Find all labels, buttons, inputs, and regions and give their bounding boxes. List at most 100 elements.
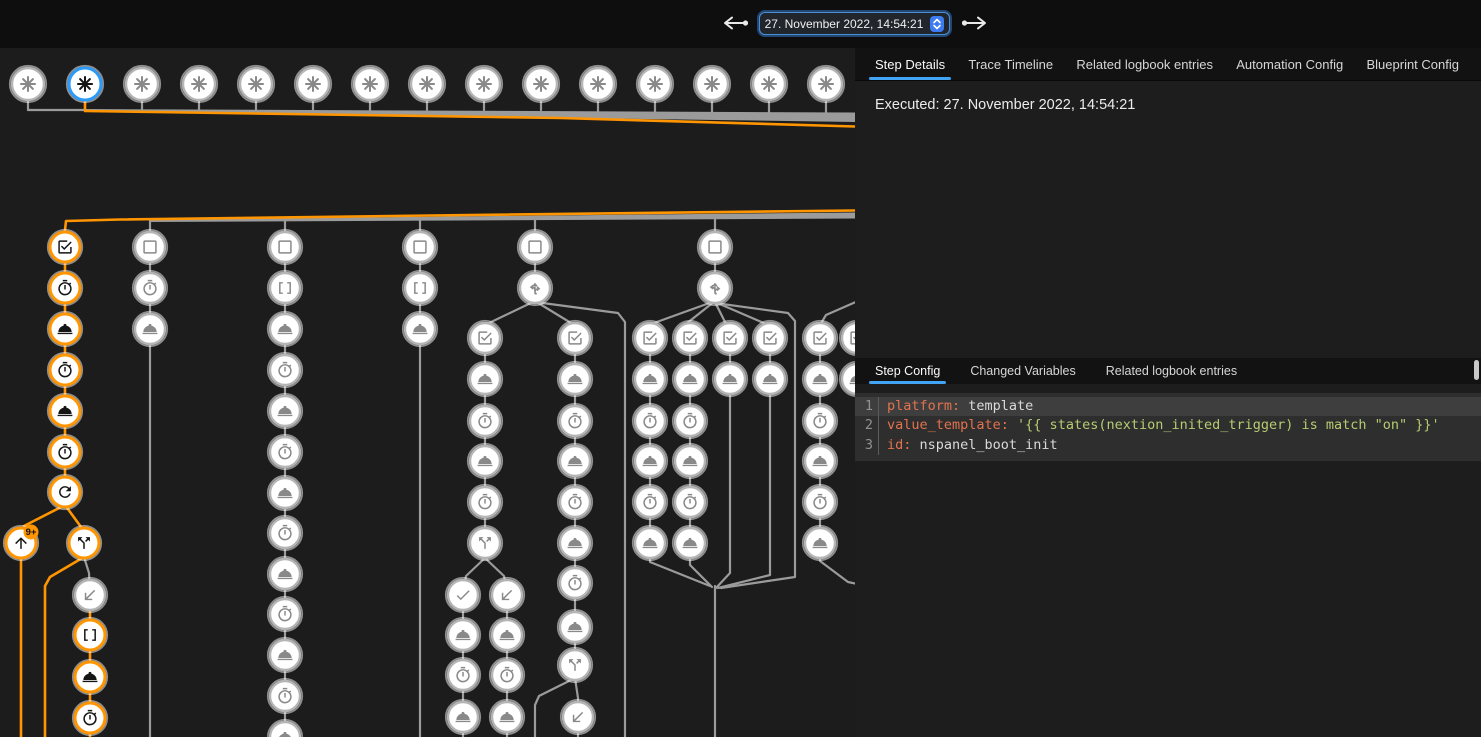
- trace-node-room-service[interactable]: [673, 362, 707, 396]
- trace-node-square[interactable]: [133, 230, 167, 264]
- trace-node-timer[interactable]: [48, 271, 82, 305]
- trace-node-call-split[interactable]: [558, 648, 592, 682]
- trace-node-asterisk[interactable]: [694, 66, 730, 102]
- trace-node-room-service[interactable]: [403, 312, 437, 346]
- trace-node-checkbox-marked[interactable]: [673, 321, 707, 355]
- trace-node-timer[interactable]: [803, 404, 837, 438]
- trace-node-timer[interactable]: [673, 485, 707, 519]
- trace-node-timer[interactable]: [558, 404, 592, 438]
- trace-node-asterisk[interactable]: [124, 66, 160, 102]
- trace-node-checkbox-marked[interactable]: [840, 321, 855, 355]
- trace-node-room-service[interactable]: [48, 394, 82, 428]
- trace-node-room-service[interactable]: [268, 557, 302, 591]
- trace-node-checkbox-marked[interactable]: [713, 321, 747, 355]
- previous-trace-button[interactable]: [718, 15, 752, 33]
- trace-node-asterisk[interactable]: [409, 66, 445, 102]
- tab-step-config[interactable]: Step Config: [867, 358, 948, 384]
- trace-node-timer[interactable]: [73, 701, 107, 735]
- trace-node-room-service[interactable]: [633, 526, 667, 560]
- tab-automation-config[interactable]: Automation Config: [1228, 48, 1351, 80]
- trace-node-room-service[interactable]: [633, 362, 667, 396]
- trace-node-room-service[interactable]: [803, 444, 837, 478]
- scrollbar-thumb[interactable]: [1474, 360, 1479, 380]
- trace-node-room-service[interactable]: [803, 362, 837, 396]
- trace-node-timer[interactable]: [468, 485, 502, 519]
- trace-node-room-service[interactable]: [268, 638, 302, 672]
- trace-node-room-service[interactable]: [268, 476, 302, 510]
- trace-node-timer[interactable]: [268, 679, 302, 713]
- trace-node-asterisk[interactable]: [352, 66, 388, 102]
- trace-node-refresh[interactable]: [48, 475, 82, 509]
- trace-node-room-service[interactable]: [48, 312, 82, 346]
- trace-node-room-service[interactable]: [490, 700, 524, 734]
- trace-node-asterisk[interactable]: [523, 66, 559, 102]
- trace-node-asterisk[interactable]: [181, 66, 217, 102]
- trace-node-room-service[interactable]: [446, 618, 480, 652]
- trace-node-checkbox-marked[interactable]: [803, 321, 837, 355]
- trace-node-room-service[interactable]: [468, 362, 502, 396]
- trace-node-room-service[interactable]: [753, 362, 787, 396]
- trace-node-room-service[interactable]: [840, 362, 855, 396]
- trace-node-call-split[interactable]: [468, 526, 502, 560]
- trace-node-checkbox-marked[interactable]: [753, 321, 787, 355]
- trace-node-code-brackets[interactable]: [268, 271, 302, 305]
- tab-related-logbook-entries[interactable]: Related logbook entries: [1098, 358, 1245, 384]
- trace-node-square[interactable]: [268, 230, 302, 264]
- trace-node-room-service[interactable]: [713, 362, 747, 396]
- trace-node-code-brackets[interactable]: [403, 271, 437, 305]
- trace-node-room-service[interactable]: [673, 444, 707, 478]
- trace-node-timer[interactable]: [558, 485, 592, 519]
- trace-node-room-service[interactable]: [468, 444, 502, 478]
- tab-step-details[interactable]: Step Details: [867, 48, 953, 80]
- trace-node-checkbox-marked[interactable]: [558, 321, 592, 355]
- trace-node-timer[interactable]: [268, 597, 302, 631]
- trace-node-asterisk[interactable]: [466, 66, 502, 102]
- trace-node-room-service[interactable]: [633, 444, 667, 478]
- tab-trace-timeline[interactable]: Trace Timeline: [960, 48, 1061, 80]
- trace-node-asterisk[interactable]: [295, 66, 331, 102]
- automation-trace-graph[interactable]: 9+: [0, 48, 855, 737]
- trace-node-room-service[interactable]: [558, 610, 592, 644]
- trace-node-timer[interactable]: [48, 353, 82, 387]
- trace-node-checkbox-marked[interactable]: [468, 321, 502, 355]
- trace-node-timer[interactable]: [558, 566, 592, 600]
- trace-node-square[interactable]: [518, 230, 552, 264]
- trace-node-arrow-bottom-left[interactable]: [561, 700, 595, 734]
- trace-node-arrow-decision[interactable]: [698, 271, 732, 305]
- trace-node-room-service[interactable]: [73, 660, 107, 694]
- trace-node-arrow-bottom-left[interactable]: [490, 578, 524, 612]
- trace-node-arrow-up[interactable]: 9+: [4, 525, 39, 561]
- trace-node-timer[interactable]: [268, 516, 302, 550]
- trace-node-call-split[interactable]: [67, 526, 101, 560]
- trace-node-timer[interactable]: [803, 485, 837, 519]
- trace-node-timer[interactable]: [633, 485, 667, 519]
- tab-blueprint-config[interactable]: Blueprint Config: [1358, 48, 1467, 80]
- trace-node-square[interactable]: [698, 230, 732, 264]
- trace-node-asterisk[interactable]: [808, 66, 844, 102]
- trace-node-room-service[interactable]: [446, 700, 480, 734]
- trace-node-timer[interactable]: [446, 658, 480, 692]
- trace-node-asterisk[interactable]: [67, 66, 103, 102]
- trace-node-room-service[interactable]: [268, 720, 302, 737]
- trace-node-room-service[interactable]: [673, 526, 707, 560]
- trace-node-timer[interactable]: [673, 404, 707, 438]
- trace-node-checkbox-marked[interactable]: [633, 321, 667, 355]
- trace-node-asterisk[interactable]: [637, 66, 673, 102]
- trace-node-asterisk[interactable]: [10, 66, 46, 102]
- trace-node-square[interactable]: [403, 230, 437, 264]
- tab-changed-variables[interactable]: Changed Variables: [962, 358, 1083, 384]
- trace-node-room-service[interactable]: [558, 444, 592, 478]
- trace-node-code-brackets[interactable]: [73, 618, 107, 652]
- trace-node-checkbox-marked[interactable]: [48, 230, 82, 264]
- trace-node-timer[interactable]: [490, 658, 524, 692]
- trace-node-room-service[interactable]: [803, 526, 837, 560]
- trace-node-asterisk[interactable]: [751, 66, 787, 102]
- trace-node-asterisk[interactable]: [238, 66, 274, 102]
- trace-node-room-service[interactable]: [558, 362, 592, 396]
- trace-node-timer[interactable]: [468, 404, 502, 438]
- trace-node-room-service[interactable]: [133, 312, 167, 346]
- trace-node-timer[interactable]: [268, 435, 302, 469]
- trace-node-room-service[interactable]: [558, 526, 592, 560]
- trace-node-asterisk[interactable]: [580, 66, 616, 102]
- trace-node-check[interactable]: [446, 578, 480, 612]
